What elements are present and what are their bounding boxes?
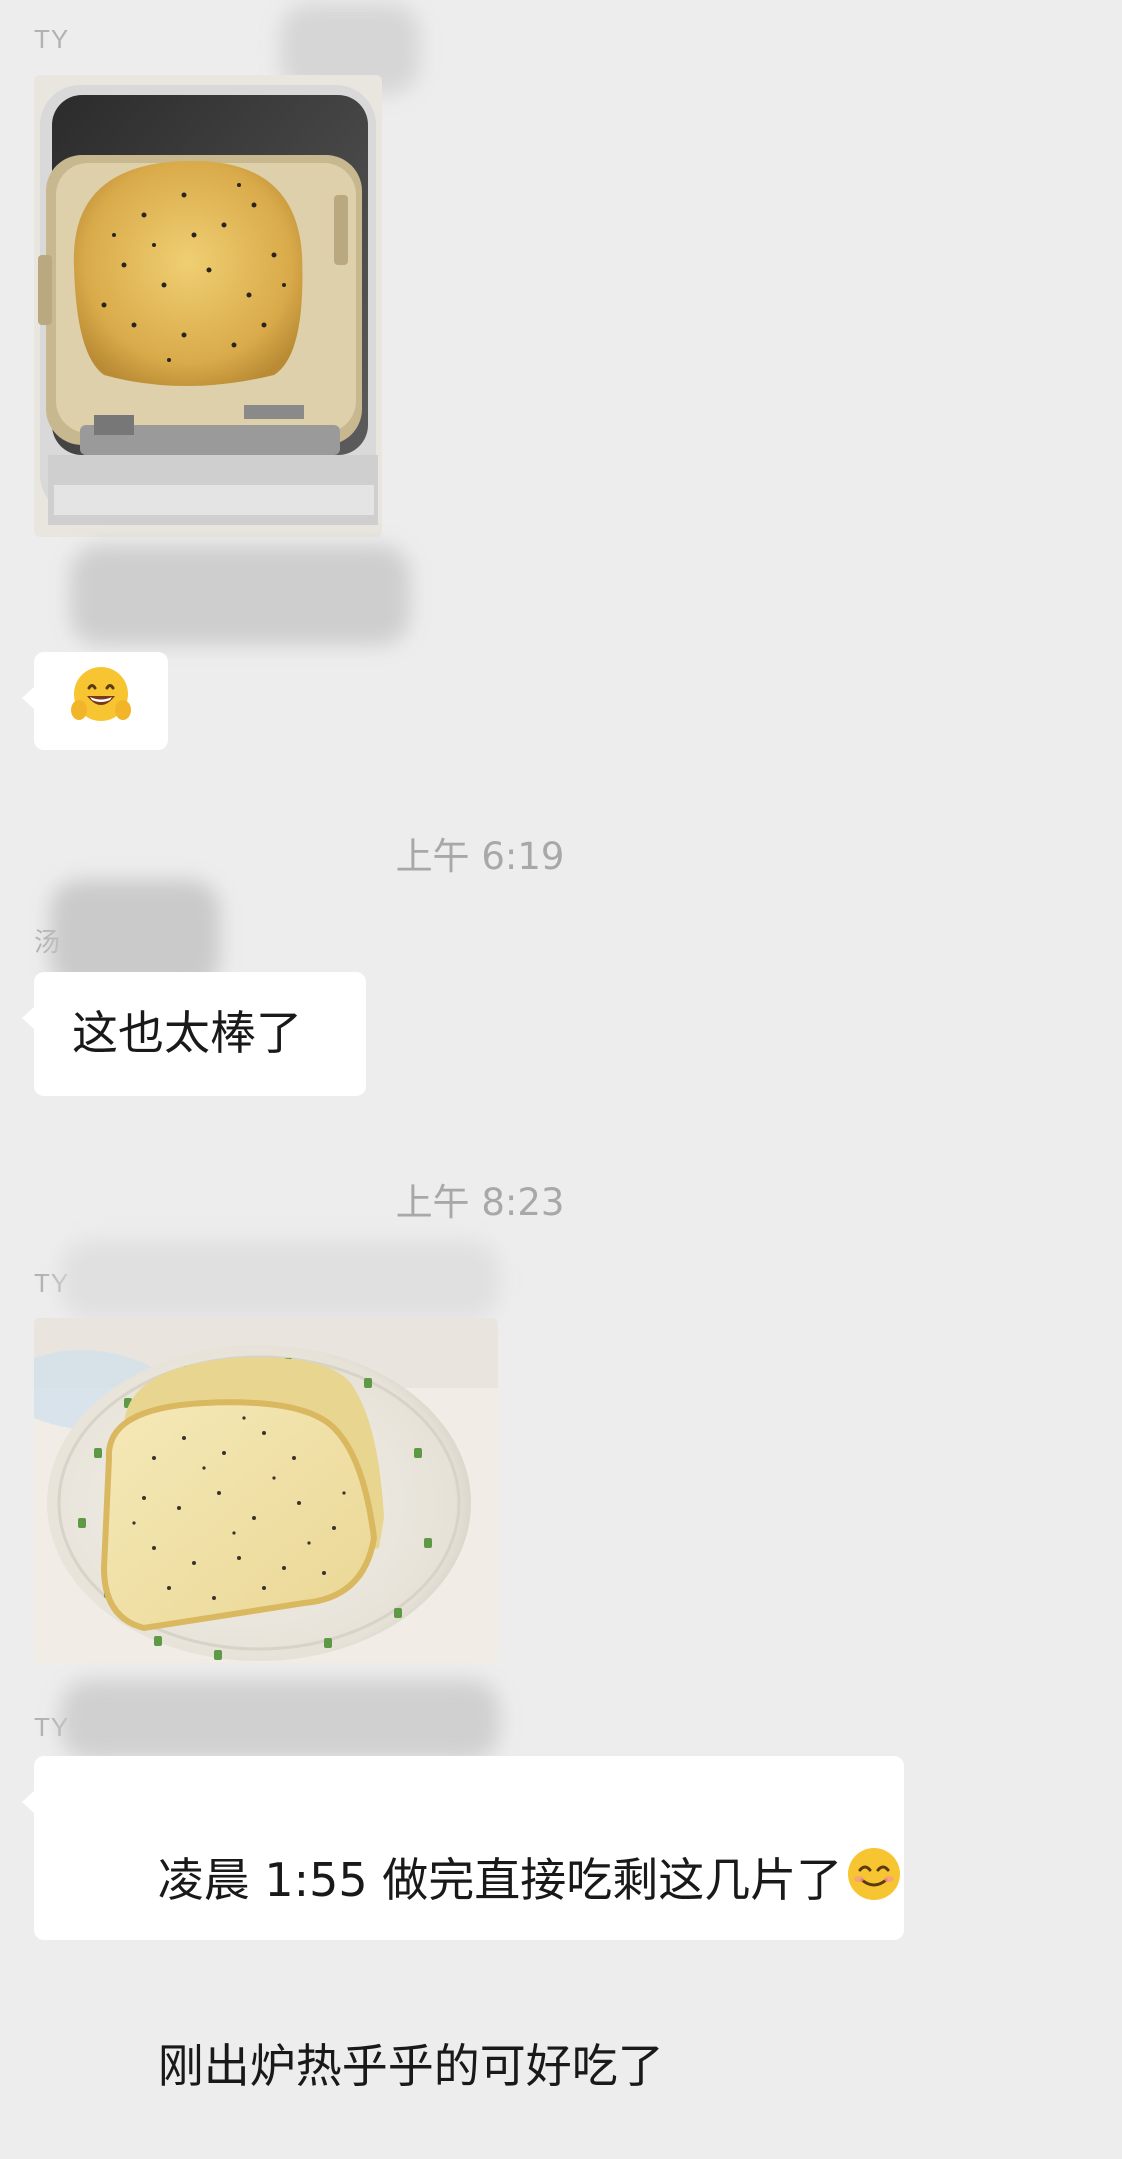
smiling-face-icon [848,1848,901,1900]
message-bubble-text[interactable]: 这也太棒了 [22,972,366,1096]
message-bubble-text[interactable]: 凌晨 1:55 做完直接吃剩这几片了 刚出炉热乎乎的可好吃了 [22,1756,904,2093]
message-text-line2: 刚出炉热乎乎的可好吃了 [157,2039,664,2093]
timestamp: 上午 6:19 [395,835,565,878]
chat-message-list[interactable]: TY 上午 6:19 汤 这也太棒了 上午 8:23 TY TY 凌晨 1:55… [0,0,1122,2093]
message-text-line1: 凌晨 1:55 做完直接吃剩这几片了 [157,1853,843,1907]
smiling-face-with-open-hands-icon [71,667,131,721]
redaction-blur [60,1240,500,1320]
message-text: 这也太棒了 [72,1006,302,1060]
redaction-blur [60,1680,500,1760]
sender-name: TY [34,24,70,54]
chat-image-bread-slices[interactable] [34,1318,498,1664]
message-text: 凌晨 1:55 做完直接吃剩这几片了 刚出炉热乎乎的可好吃了 [70,1784,902,2159]
timestamp: 上午 8:23 [395,1181,565,1224]
message-bubble-sticker[interactable] [22,652,168,750]
redaction-blur [70,545,410,645]
chat-image-bread-machine[interactable] [34,75,382,537]
